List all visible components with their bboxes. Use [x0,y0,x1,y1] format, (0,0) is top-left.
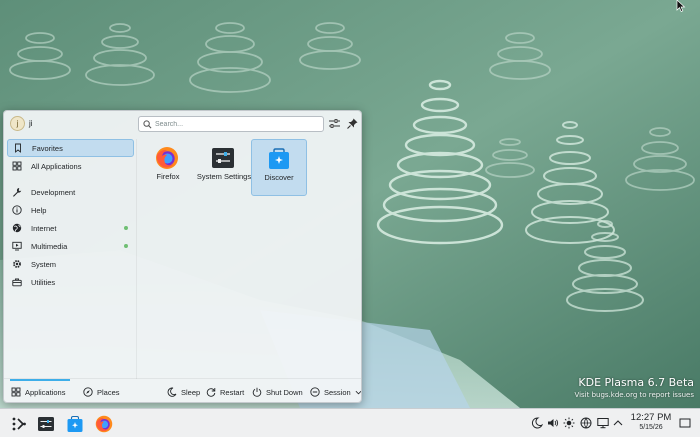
gear-icon [12,259,22,269]
tab-places[interactable]: Places [83,385,120,399]
app-tile-discover[interactable]: Discover [251,139,307,196]
sidebar-item-internet[interactable]: Internet [7,219,134,237]
clock-date: 5/15/26 [639,424,663,431]
application-launcher: j ji Search... Favorites All Application… [3,110,362,403]
mouse-pointer-icon [676,0,686,12]
avatar[interactable]: j [10,116,25,131]
show-desktop-button[interactable] [679,417,691,429]
taskbar-system-settings[interactable] [33,412,59,435]
new-apps-indicator [124,226,128,230]
network-button[interactable] [580,417,592,429]
search-input[interactable] [155,118,319,130]
restart-icon [206,387,216,397]
sidebar-divider [136,139,137,379]
category-sidebar: Favorites All Applications Development H… [7,139,134,291]
sidebar-item-favorites[interactable]: Favorites [7,139,134,157]
taskbar-firefox[interactable] [91,412,117,435]
configure-sliders-icon [329,119,340,129]
launcher-header: j ji [4,111,361,137]
sidebar-item-label: Internet [31,223,57,233]
pin-button[interactable] [346,117,359,130]
globe-icon [12,223,22,233]
sleep-button[interactable]: Sleep [167,385,200,399]
username-label: ji [29,119,33,128]
night-mode-button[interactable] [531,417,544,429]
app-tile-label: System Settings [196,172,252,181]
wrench-icon [12,187,22,197]
firefox-icon [155,146,179,170]
sidebar-item-all-applications[interactable]: All Applications [7,157,134,175]
configure-button[interactable] [328,117,341,130]
session-icon [310,387,320,397]
chevron-down-icon [355,390,361,394]
show-desktop-icon [679,418,691,428]
button-label: Sleep [181,387,201,397]
grid-icon [11,387,21,397]
active-tab-indicator [10,379,70,381]
sidebar-item-label: Development [31,187,76,197]
moon-icon [167,387,177,397]
launcher-footer: Applications Places Sleep Restart Shut D… [4,378,361,402]
pin-icon [347,118,358,129]
app-tile-label: Firefox [156,172,180,181]
monitor-play-icon [12,241,22,251]
taskbar-discover[interactable] [62,412,88,435]
sidebar-item-system[interactable]: System [7,255,134,273]
display-button[interactable] [597,417,609,429]
brightness-button[interactable] [563,417,575,429]
sidebar-item-label: System [31,259,57,269]
app-tile-system-settings[interactable]: System Settings [196,139,252,196]
compass-icon [83,387,93,397]
sidebar-item-utilities[interactable]: Utilities [7,273,134,291]
toolbox-icon [12,277,22,287]
tab-label: Applications [25,387,66,397]
network-icon [580,417,592,429]
discover-icon [267,147,291,171]
search-icon [143,120,152,129]
kickoff-launcher-icon [12,417,26,431]
expand-tray-button[interactable] [612,417,624,429]
firefox-icon [95,415,113,433]
bookmark-icon [13,143,23,153]
grid-icon [12,161,22,171]
volume-icon [548,419,559,427]
watermark-title: KDE Plasma 6.7 Beta [578,376,694,389]
new-apps-indicator [124,244,128,248]
button-label: Session [324,387,351,397]
discover-icon [67,415,83,432]
digital-clock[interactable]: 12:27 PM 5/15/26 [626,412,676,431]
app-tile-firefox[interactable]: Firefox [140,139,196,196]
sidebar-item-development[interactable]: Development [7,183,134,201]
power-icon [252,387,262,397]
button-label: Shut Down [266,387,303,397]
expand-arrow-icon [613,420,623,426]
system-settings-icon [38,417,54,431]
app-tile-label: Discover [264,173,294,182]
brightness-icon [563,417,575,429]
session-menu-button[interactable]: Session [310,385,361,399]
sidebar-item-label: Multimedia [31,241,68,251]
sidebar-item-multimedia[interactable]: Multimedia [7,237,134,255]
sidebar-item-help[interactable]: Help [7,201,134,219]
clock-time: 12:27 PM [630,412,672,423]
sidebar-item-label: All Applications [31,161,82,171]
kickoff-launcher-button[interactable] [6,412,32,435]
night-mode-icon [531,417,544,429]
system-settings-icon [211,146,235,170]
button-label: Restart [220,387,245,397]
search-field[interactable] [138,116,324,132]
restart-button[interactable]: Restart [206,385,244,399]
plasma-version-watermark: KDE Plasma 6.7 Beta Visit bugs.kde.org t… [574,376,694,399]
sidebar-item-label: Help [31,205,47,215]
sidebar-item-label: Favorites [32,143,63,153]
volume-button[interactable] [547,417,559,429]
sidebar-item-label: Utilities [31,277,56,287]
taskbar-panel: 12:27 PM 5/15/26 [0,408,700,437]
watermark-subtitle: Visit bugs.kde.org to report issues [574,391,694,399]
tab-applications[interactable]: Applications [11,385,65,399]
shut-down-button[interactable]: Shut Down [252,385,303,399]
info-icon [12,205,22,215]
tab-label: Places [97,387,120,397]
display-icon [597,418,609,429]
